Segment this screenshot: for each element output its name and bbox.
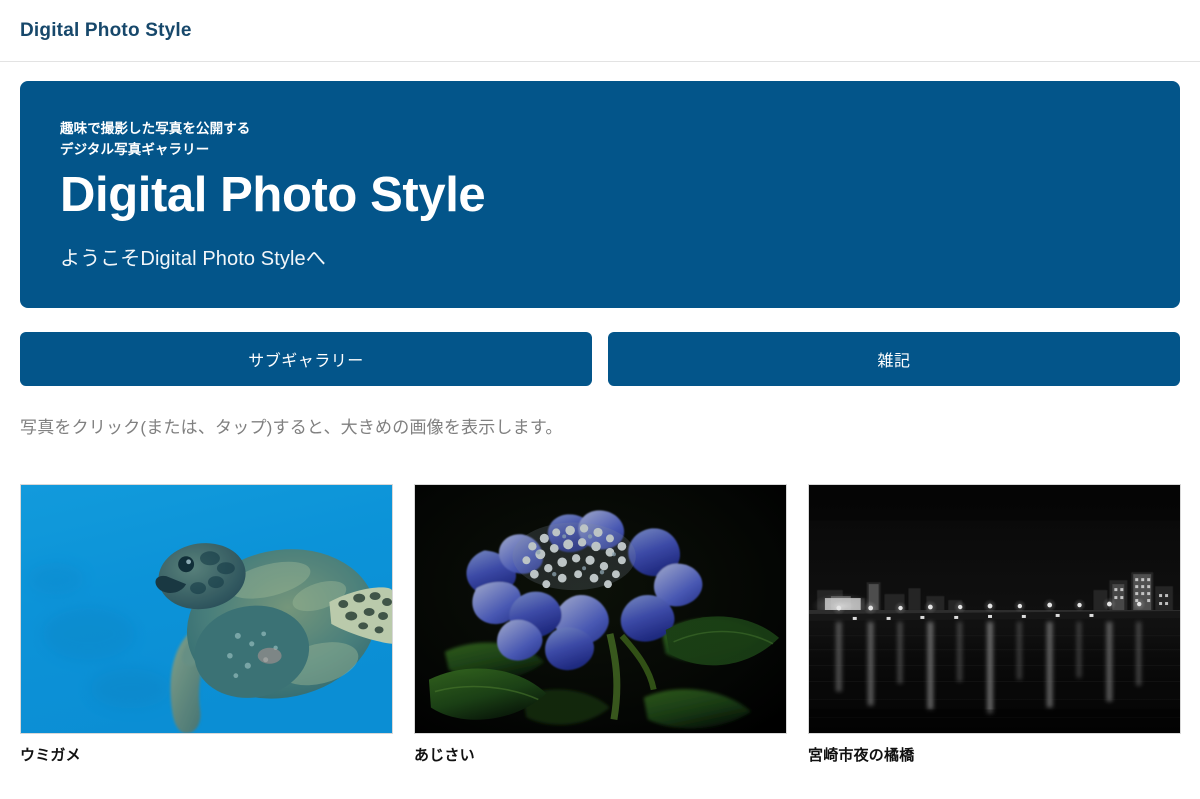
hero-kicker: 趣味で撮影した写真を公開する デジタル写真ギャラリー xyxy=(60,119,1140,161)
sea-turtle-image xyxy=(21,485,392,733)
site-header: Digital Photo Style xyxy=(0,0,1200,62)
gallery-item-hydrangea[interactable]: あじさい xyxy=(414,484,787,765)
hero-kicker-line-2: デジタル写真ギャラリー xyxy=(60,141,210,157)
hydrangea-image xyxy=(415,485,786,733)
hero-title: Digital Photo Style xyxy=(60,167,486,222)
hero-banner: 趣味で撮影した写真を公開する デジタル写真ギャラリー Digital Photo… xyxy=(20,81,1180,308)
gallery-item-night-bridge[interactable]: 宮崎市夜の橘橋 xyxy=(808,484,1181,765)
hero-welcome-text: ようこそDigital Photo Styleへ xyxy=(60,248,326,271)
night-bridge-image xyxy=(809,485,1180,733)
gallery-caption-hydrangea: あじさい xyxy=(414,747,475,764)
nav-button-sub-gallery[interactable]: サブギャラリー xyxy=(20,332,592,386)
gallery-instruction-text: 写真をクリック(または、タップ)すると、大きめの画像を表示します。 xyxy=(20,418,563,437)
photo-thumbnail-sea-turtle[interactable] xyxy=(20,484,393,734)
hero-kicker-line-1: 趣味で撮影した写真を公開する xyxy=(60,121,251,136)
photo-thumbnail-night-bridge[interactable] xyxy=(808,484,1181,734)
photo-gallery: ウミガメ あじさい 宮崎市夜の橘橋 xyxy=(20,484,1181,765)
nav-button-zakki[interactable]: 雑記 xyxy=(608,332,1180,386)
photo-thumbnail-hydrangea[interactable] xyxy=(414,484,787,734)
nav-button-row: サブギャラリー 雑記 xyxy=(20,332,1180,386)
gallery-caption-sea-turtle: ウミガメ xyxy=(20,747,81,764)
page-content: 趣味で撮影した写真を公開する デジタル写真ギャラリー Digital Photo… xyxy=(0,62,1200,765)
gallery-caption-night-bridge: 宮崎市夜の橘橋 xyxy=(808,747,915,764)
site-brand-title[interactable]: Digital Photo Style xyxy=(20,21,192,40)
gallery-item-sea-turtle[interactable]: ウミガメ xyxy=(20,484,393,765)
